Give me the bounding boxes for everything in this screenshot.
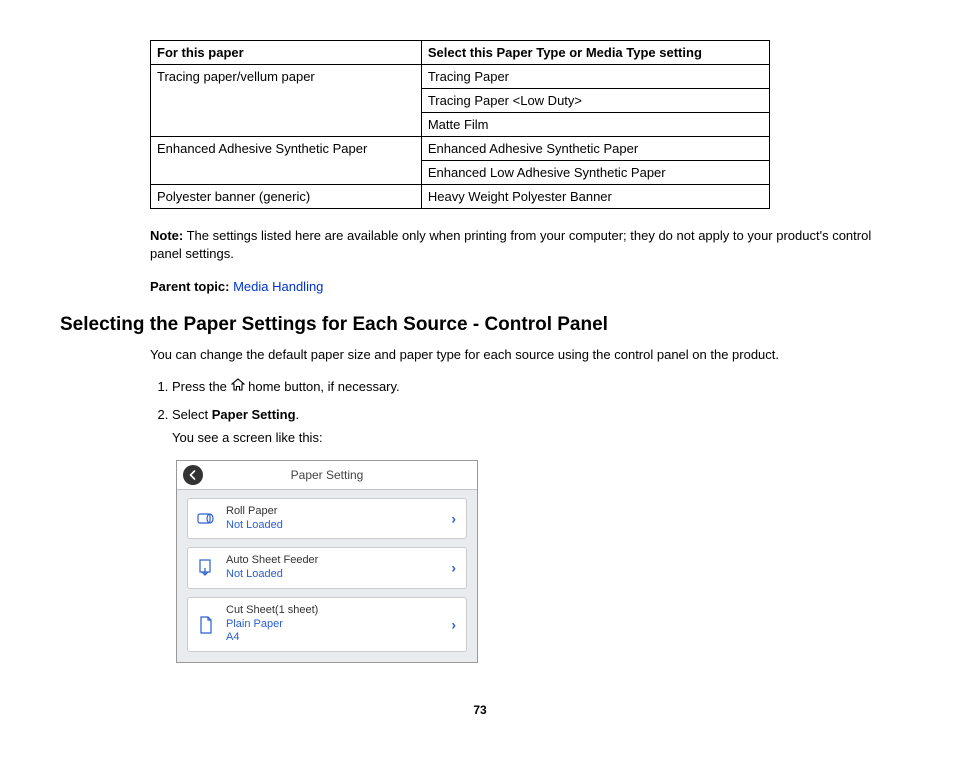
table-cell: Matte Film xyxy=(421,113,769,137)
parent-topic-link[interactable]: Media Handling xyxy=(233,279,323,294)
parent-topic-label: Parent topic: xyxy=(150,279,233,294)
table-cell: Enhanced Low Adhesive Synthetic Paper xyxy=(421,161,769,185)
item-title: Roll Paper xyxy=(226,505,283,519)
table-cell: Polyester banner (generic) xyxy=(151,185,422,209)
table-cell: Tracing Paper <Low Duty> xyxy=(421,89,769,113)
screen-caption: You see a screen like this: xyxy=(172,428,900,448)
paper-type-table: For this paper Select this Paper Type or… xyxy=(150,40,770,209)
parent-topic: Parent topic: Media Handling xyxy=(150,279,900,294)
chevron-right-icon: › xyxy=(451,508,456,529)
paper-setting-item-roll[interactable]: Roll Paper Not Loaded › xyxy=(187,498,467,540)
item-status: Not Loaded xyxy=(226,519,283,533)
note-text: Note: The settings listed here are avail… xyxy=(150,227,900,263)
sheet-feeder-icon xyxy=(196,558,216,578)
printer-screen: Paper Setting Roll Paper Not Loaded › xyxy=(176,460,478,663)
home-icon xyxy=(231,377,245,397)
step-2: Select Paper Setting. You see a screen l… xyxy=(172,405,900,663)
table-cell: Tracing paper/vellum paper xyxy=(151,65,422,137)
chevron-right-icon: › xyxy=(451,614,456,635)
item-title: Cut Sheet(1 sheet) xyxy=(226,604,318,618)
cut-sheet-icon xyxy=(196,615,216,635)
item-paper-type: Plain Paper xyxy=(226,618,318,632)
table-header: For this paper xyxy=(151,41,422,65)
table-cell: Enhanced Adhesive Synthetic Paper xyxy=(151,137,422,185)
section-heading: Selecting the Paper Settings for Each So… xyxy=(60,314,900,336)
paper-setting-item-cutsheet[interactable]: Cut Sheet(1 sheet) Plain Paper A4 › xyxy=(187,597,467,652)
note-body: The settings listed here are available o… xyxy=(150,228,871,261)
paper-setting-item-feeder[interactable]: Auto Sheet Feeder Not Loaded › xyxy=(187,547,467,589)
roll-paper-icon xyxy=(196,509,216,529)
table-cell: Tracing Paper xyxy=(421,65,769,89)
screen-header: Paper Setting xyxy=(177,461,477,490)
table-cell: Enhanced Adhesive Synthetic Paper xyxy=(421,137,769,161)
back-button[interactable] xyxy=(183,465,203,485)
table-header: Select this Paper Type or Media Type set… xyxy=(421,41,769,65)
item-status: Not Loaded xyxy=(226,568,318,582)
item-paper-size: A4 xyxy=(226,631,318,645)
item-title: Auto Sheet Feeder xyxy=(226,554,318,568)
table-cell: Heavy Weight Polyester Banner xyxy=(421,185,769,209)
chevron-right-icon: › xyxy=(451,558,456,579)
page-number: 73 xyxy=(60,703,900,717)
steps-list: Press the home button, if necessary. Sel… xyxy=(150,377,900,664)
intro-text: You can change the default paper size an… xyxy=(150,346,900,364)
screen-title: Paper Setting xyxy=(177,466,477,484)
note-label: Note: xyxy=(150,228,183,243)
step-1: Press the home button, if necessary. xyxy=(172,377,900,397)
